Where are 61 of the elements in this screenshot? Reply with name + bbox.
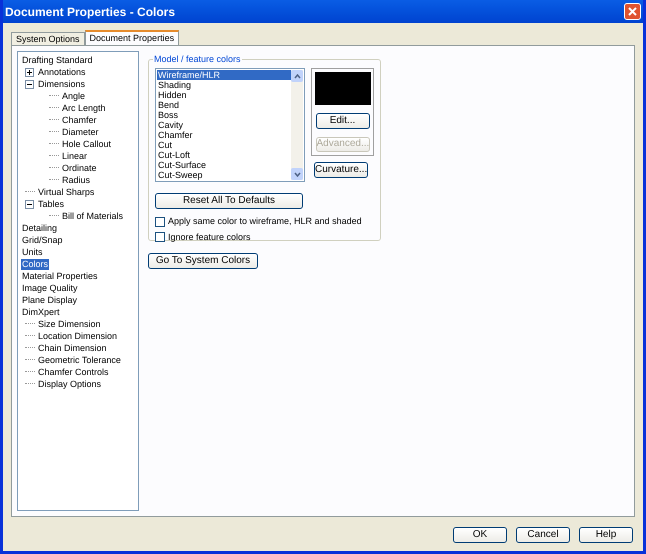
tree-item[interactable]: Grid/Snap [21, 234, 64, 246]
tree-item[interactable]: Location Dimension [37, 330, 118, 342]
list-item[interactable]: Boss [157, 110, 291, 120]
tree-item[interactable]: Diameter [61, 126, 100, 138]
tree-item[interactable]: Tables [37, 198, 66, 210]
list-item[interactable]: Cut [157, 140, 291, 150]
tree-item[interactable]: Hole Callout [61, 138, 112, 150]
tree-item[interactable]: Chain Dimension [37, 342, 108, 354]
scroll-up-icon[interactable] [294, 74, 300, 78]
tree-item[interactable]: Chamfer [61, 114, 98, 126]
list-item[interactable]: Cut-Loft [157, 150, 291, 160]
list-item[interactable]: Shading [157, 80, 291, 90]
button[interactable]: Edit... [316, 113, 370, 129]
close-button[interactable] [624, 3, 641, 20]
expand-icon[interactable] [25, 68, 34, 76]
tab[interactable]: System Options [11, 32, 85, 45]
button[interactable]: Go To System Colors [148, 253, 258, 269]
tree-item[interactable]: Colors [21, 258, 50, 270]
tree-item[interactable]: Chamfer Controls [37, 366, 110, 378]
checkbox-label: Ignore feature colors [168, 230, 251, 244]
tree-item[interactable]: Virtual Sharps [37, 186, 96, 198]
tab[interactable]: Document Properties [84, 30, 180, 45]
button[interactable]: Cancel [516, 527, 570, 543]
checkbox-label: Apply same color to wireframe, HLR and shaded [168, 215, 362, 228]
tree-item[interactable]: Material Properties [21, 270, 99, 282]
list-item[interactable]: Wireframe/HLR [157, 70, 291, 80]
tree-item[interactable]: Ordinate [61, 162, 98, 174]
tree-item[interactable]: Geometric Tolerance [37, 354, 122, 366]
tree-item[interactable]: Linear [61, 150, 88, 162]
tree-item[interactable]: Drafting Standard [21, 54, 94, 66]
list-item[interactable]: Cavity [157, 120, 291, 130]
tree-item[interactable]: Plane Display [21, 294, 78, 306]
scrollbar[interactable] [291, 70, 303, 180]
tree-item[interactable]: Angle [61, 90, 86, 102]
collapse-icon[interactable] [25, 80, 34, 88]
close-icon [628, 7, 637, 16]
tree-item[interactable]: Size Dimension [37, 318, 102, 330]
tree-item[interactable]: Radius [61, 174, 92, 186]
collapse-icon[interactable] [25, 200, 34, 208]
checkbox[interactable] [155, 216, 165, 227]
scroll-down-icon[interactable] [294, 172, 300, 176]
list-item[interactable]: Chamfer [157, 130, 291, 140]
window-title: Document Properties - Colors [5, 4, 176, 20]
tree-item[interactable]: DimXpert [21, 306, 61, 318]
tree-item[interactable]: Image Quality [21, 282, 79, 294]
checkbox[interactable] [155, 232, 165, 242]
button[interactable]: Reset All To Defaults [155, 193, 303, 209]
button[interactable]: Help [579, 527, 633, 543]
tree-item[interactable]: Display Options [37, 378, 102, 390]
button[interactable]: OK [453, 527, 507, 543]
list-item[interactable]: Cut-Surface [157, 160, 291, 170]
tree-item[interactable]: Bill of Materials [61, 210, 124, 222]
list-item[interactable]: Cut-Sweep [157, 170, 291, 180]
tree-item[interactable]: Detailing [21, 222, 58, 234]
tree-item[interactable]: Arc Length [61, 102, 107, 114]
tree-item[interactable]: Units [21, 246, 44, 258]
button[interactable]: Curvature... [314, 162, 368, 178]
tree-item[interactable]: Dimensions [37, 78, 86, 90]
list-item[interactable]: Hidden [157, 90, 291, 100]
tree-item[interactable]: Annotations [37, 66, 87, 78]
list-item[interactable]: Bend [157, 100, 291, 110]
